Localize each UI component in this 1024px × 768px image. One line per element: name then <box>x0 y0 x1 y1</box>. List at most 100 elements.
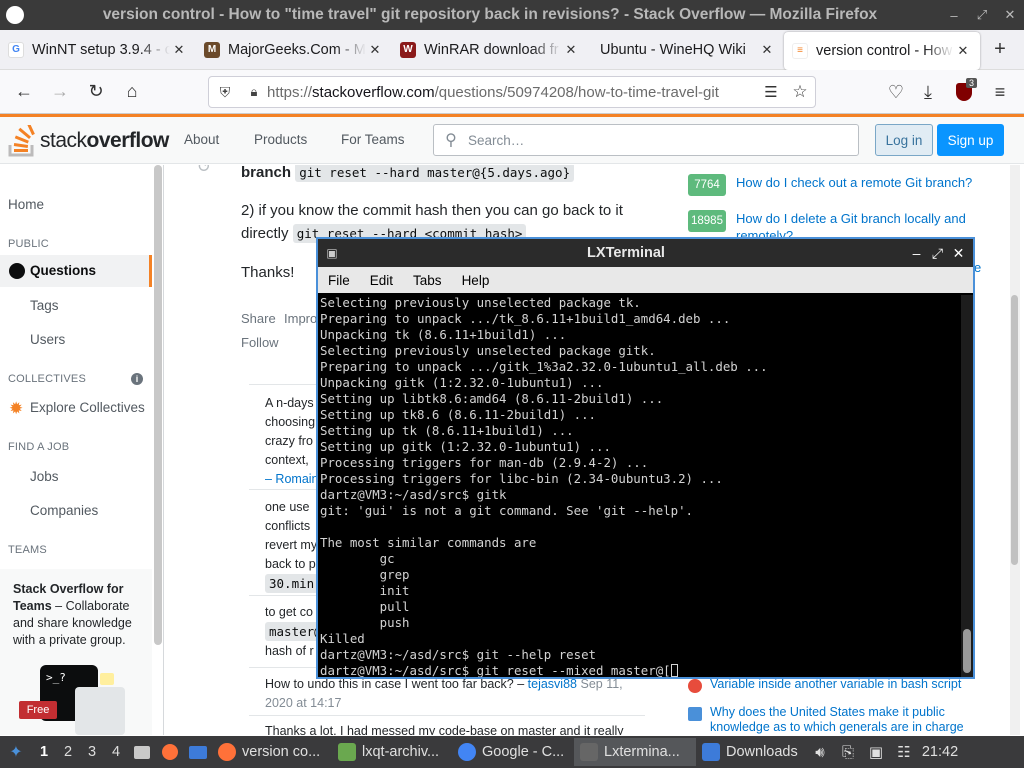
nav-explore-collectives[interactable]: Explore Collectives <box>30 400 145 415</box>
task-lxqt-archiver[interactable]: lxqt-archiv... <box>332 738 452 766</box>
close-tab-icon[interactable]: ✕ <box>366 42 384 58</box>
new-tab-button[interactable]: + <box>980 38 1020 61</box>
terminal-line: Unpacking gitk (1:2.32.0-1ubuntu1) ... <box>320 374 604 390</box>
login-button[interactable]: Log in <box>875 124 933 156</box>
menu-tabs[interactable]: Tabs <box>403 273 452 288</box>
question-link[interactable]: How do I check out a remote Git branch? <box>736 174 976 196</box>
improve-link[interactable]: Impro <box>284 311 317 326</box>
comment-author[interactable]: tejasvi88 <box>528 677 577 691</box>
terminal-output[interactable]: Selecting previously unselected package … <box>320 295 960 677</box>
comment-body: How to undo this in case I went too far … <box>265 677 528 691</box>
reader-view-icon[interactable]: ☰ <box>757 83 785 101</box>
menu-file[interactable]: File <box>318 273 360 288</box>
back-button[interactable]: ← <box>6 76 42 108</box>
signup-button[interactable]: Sign up <box>937 124 1004 156</box>
question-link-fragment[interactable]: e <box>974 260 981 275</box>
tab-majorgeeks[interactable]: M MajorGeeks.Com - M ✕ <box>196 30 392 69</box>
terminal-line: Setting up tk (8.6.11+1build1) ... <box>320 422 574 438</box>
so-search-input[interactable]: ⚲ Search… <box>433 124 859 156</box>
task-firefox[interactable]: version co... <box>212 738 332 766</box>
share-link[interactable]: Share <box>241 311 276 326</box>
firefox-launcher-icon[interactable] <box>156 738 184 766</box>
nav-home[interactable]: Home <box>8 197 44 212</box>
forward-button[interactable]: → <box>42 76 78 108</box>
terminal-titlebar[interactable]: ▣ LXTerminal – ⤢ ✕ <box>318 239 973 267</box>
terminal-scroll-thumb[interactable] <box>963 629 971 673</box>
hot-question[interactable]: Variable inside another variable in bash… <box>688 677 961 693</box>
terminal-scrollbar[interactable] <box>961 295 973 677</box>
home-button[interactable]: ⌂ <box>114 76 150 108</box>
start-menu-icon[interactable]: ✦ <box>0 742 32 762</box>
nav-users[interactable]: Users <box>30 332 65 347</box>
tab-stackoverflow[interactable]: ≡ version control - How ✕ <box>784 31 980 70</box>
linked-question[interactable]: 7764 How do I check out a remote Git bra… <box>688 174 976 196</box>
so-logo[interactable]: stackoverflow <box>8 125 169 157</box>
hot-question[interactable]: Why does the United States make it publi… <box>688 705 970 735</box>
terminal-prompt-line[interactable]: dartz@VM3:~/asd/src$ git reset --mixed m… <box>320 663 960 677</box>
terminal-line: Processing triggers for man-db (2.9.4-2)… <box>320 454 649 470</box>
ublock-icon[interactable]: 3 <box>946 76 982 108</box>
close-tab-icon[interactable]: ✕ <box>954 43 972 59</box>
show-desktop-icon[interactable] <box>128 738 156 766</box>
close-icon[interactable]: ✕ <box>948 245 969 262</box>
scroll-thumb[interactable] <box>1011 295 1018 565</box>
close-tab-icon[interactable]: ✕ <box>170 42 188 58</box>
nav-about[interactable]: About <box>184 132 219 147</box>
notes-icon[interactable]: ☷ <box>890 738 918 766</box>
terminal-line: Setting up gitk (1:2.32.0-1ubuntu1) ... <box>320 438 611 454</box>
task-chrome[interactable]: Google - C... <box>452 738 574 766</box>
menu-edit[interactable]: Edit <box>360 273 403 288</box>
pocket-icon[interactable]: ♡ <box>878 76 914 108</box>
url-bar[interactable]: ⛨ 🔒︎ https:// stackoverflow.com /questio… <box>208 76 816 108</box>
nav-companies[interactable]: Companies <box>30 503 98 518</box>
info-icon[interactable]: i <box>131 373 143 385</box>
comment-line: choosing <box>265 415 316 429</box>
menu-help[interactable]: Help <box>452 273 500 288</box>
close-tab-icon[interactable]: ✕ <box>758 42 776 58</box>
minimize-icon[interactable]: – <box>906 245 927 261</box>
sidebar-scrollbar[interactable] <box>154 165 162 645</box>
workspace-3[interactable]: 3 <box>80 744 104 760</box>
close-tab-icon[interactable]: ✕ <box>562 42 580 58</box>
tab-winnt-setup[interactable]: G WinNT setup 3.9.4 - c ✕ <box>0 30 196 69</box>
task-lxterminal[interactable]: Lxtermina... <box>574 738 696 766</box>
minimize-icon[interactable]: – <box>940 8 968 23</box>
hot-question-link[interactable]: Why does the United States make it publi… <box>710 705 970 735</box>
reload-button[interactable]: ↻ <box>78 76 114 108</box>
bookmark-star-icon[interactable]: ☆ <box>785 82 815 102</box>
maximize-icon[interactable]: ⤢ <box>968 7 996 23</box>
volume-icon[interactable]: 🔊︎ <box>806 738 834 766</box>
nav-jobs[interactable]: Jobs <box>30 469 59 484</box>
stackoverflow-icon: ≡ <box>792 42 808 59</box>
task-downloads[interactable]: Downloads <box>696 738 806 766</box>
so-topbar: stackoverflow About Products For Teams ⚲… <box>0 114 1024 164</box>
shield-icon[interactable]: ⛨ <box>209 84 241 101</box>
network-icon[interactable]: ▣ <box>862 738 890 766</box>
file-manager-launcher-icon[interactable] <box>184 738 212 766</box>
clipboard-icon[interactable]: ⎘ <box>834 738 862 766</box>
search-icon: ⚲ <box>445 132 457 149</box>
nav-products[interactable]: Products <box>254 132 307 147</box>
workspace-2[interactable]: 2 <box>56 744 80 760</box>
lock-icon[interactable]: 🔒︎ <box>241 84 267 100</box>
tab-winrar[interactable]: W WinRAR download fr ✕ <box>392 30 588 69</box>
close-window-icon[interactable]: ✕ <box>996 7 1024 23</box>
comment-author[interactable]: – Romain <box>265 470 319 489</box>
nav-tags[interactable]: Tags <box>30 298 59 313</box>
tab-winehq[interactable]: Ubuntu - WineHQ Wiki ✕ <box>588 31 784 69</box>
comment-1: A n-days choosing crazy fro context, – R… <box>265 394 319 489</box>
workspace-4[interactable]: 4 <box>104 744 128 760</box>
workspace-1[interactable]: 1 <box>32 744 56 760</box>
clock[interactable]: 21:42 <box>918 744 962 760</box>
page-scrollbar[interactable] <box>1010 165 1020 735</box>
hot-question-link[interactable]: Variable inside another variable in bash… <box>710 677 961 693</box>
nav-for-teams[interactable]: For Teams <box>341 132 405 147</box>
history-icon[interactable]: ↺ <box>197 165 211 177</box>
terminal-menubar: File Edit Tabs Help <box>318 267 973 293</box>
lxterminal-window[interactable]: ▣ LXTerminal – ⤢ ✕ File Edit Tabs Help S… <box>316 237 975 679</box>
menu-icon[interactable]: ≡ <box>982 76 1018 108</box>
maximize-icon[interactable]: ⤢ <box>927 245 948 262</box>
nav-questions[interactable]: Questions <box>0 255 152 287</box>
downloads-icon[interactable]: ⤓ <box>910 76 946 108</box>
follow-link[interactable]: Follow <box>241 335 279 350</box>
